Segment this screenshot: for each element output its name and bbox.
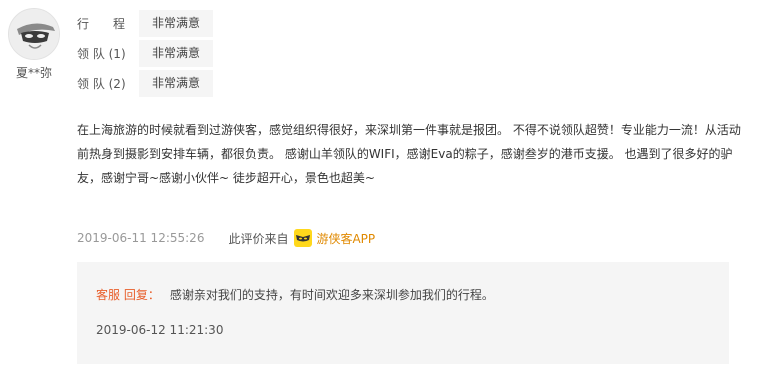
rating-row-leader-1: 领 队 (1) 非常满意 (77, 40, 214, 67)
rating-value: 非常满意 (139, 10, 214, 37)
mask-avatar-icon (9, 9, 59, 59)
rating-value: 非常满意 (139, 70, 214, 97)
review-meta: 2019-06-11 12:55:26 此评价来自 游侠客APP (77, 228, 375, 248)
reply-line: 客服 回复： 感谢亲对我们的支持，有时间欢迎多来深圳参加我们的行程。 (96, 286, 494, 303)
rating-label: 领 队 (1) (77, 47, 126, 61)
review-text: 在上海旅游的时候就看到过游侠客，感觉组织得很好，来深圳第一件事就是报团。 不得不… (77, 123, 741, 185)
reply-author: 客服 回复： (96, 288, 160, 302)
username[interactable]: 夏**弥 (0, 64, 68, 81)
source-label: 此评价来自 (228, 231, 289, 246)
rating-value: 非常满意 (139, 40, 214, 67)
avatar[interactable] (8, 8, 60, 60)
reply-date: 2019-06-12 11:21:30 (96, 323, 224, 337)
app-link[interactable]: 游侠客APP (316, 230, 375, 247)
review-card: 夏**弥 行 程 非常满意 领 队 (1) 非常满意 领 队 (2) 非常满意 … (0, 0, 784, 379)
review-date: 2019-06-11 12:55:26 (77, 231, 205, 245)
reply-text: 感谢亲对我们的支持，有时间欢迎多来深圳参加我们的行程。 (169, 288, 494, 302)
rating-label: 领 队 (2) (77, 77, 126, 91)
youxiake-app-icon[interactable] (294, 229, 313, 247)
rating-row-leader-2: 领 队 (2) 非常满意 (77, 70, 214, 97)
reply-box: 客服 回复： 感谢亲对我们的支持，有时间欢迎多来深圳参加我们的行程。 2019-… (77, 262, 729, 364)
rating-label: 行 程 (77, 17, 126, 31)
rating-row-itinerary: 行 程 非常满意 (77, 10, 214, 37)
